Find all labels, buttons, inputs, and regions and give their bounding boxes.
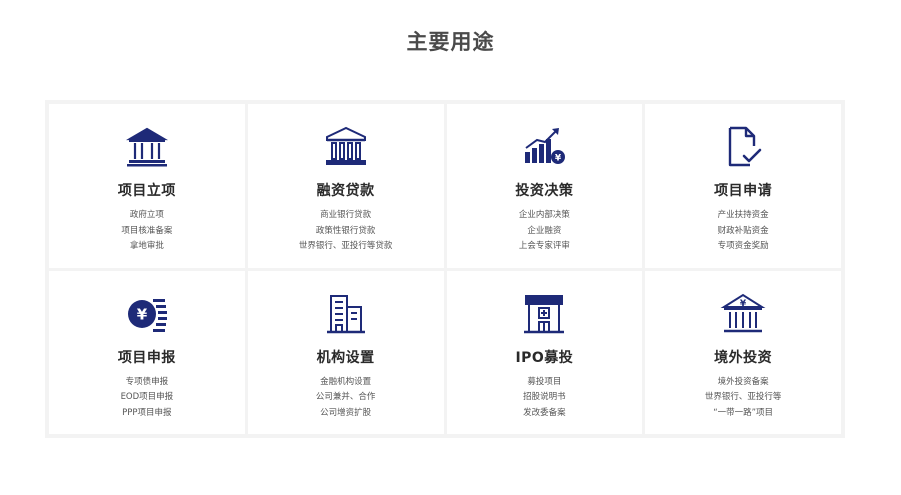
card-item: 世界银行、亚投行等贷款 bbox=[298, 241, 393, 251]
svg-text:¥: ¥ bbox=[137, 305, 148, 323]
card-item: 财政补贴资金 bbox=[717, 225, 769, 236]
card-item: 企业融资 bbox=[527, 225, 562, 236]
card-overseas-investment[interactable]: ¥ 境外投资 境外投资备案 世界银行、亚投行等 “一带一路”项目 bbox=[645, 270, 841, 434]
card-institution-setup[interactable]: 机构设置 金融机构设置 公司兼并、合作 公司增资扩股 bbox=[247, 270, 444, 434]
classical-bank-icon bbox=[323, 124, 369, 170]
card-financing-loans[interactable]: 融资贷款 商业银行贷款 政策性银行贷款 世界银行、亚投行等贷款 bbox=[247, 104, 444, 268]
card-title: IPO募投 bbox=[515, 349, 574, 366]
svg-text:¥: ¥ bbox=[740, 299, 747, 309]
card-item: 政府立项 bbox=[129, 210, 164, 220]
bank-icon bbox=[124, 124, 170, 170]
card-project-approval[interactable]: 项目立项 政府立项 项目核准备案 拿地审批 bbox=[49, 104, 245, 268]
uses-grid: 项目立项 政府立项 项目核准备案 拿地审批 融资贷款 商业银行贷款 政策性银行贷… bbox=[45, 100, 845, 438]
card-title: 融资贷款 bbox=[316, 183, 375, 199]
card-item: 项目核准备案 bbox=[121, 225, 173, 236]
card-item: 发改委备案 bbox=[523, 407, 566, 418]
svg-text:¥: ¥ bbox=[555, 154, 562, 164]
card-project-application[interactable]: 项目申请 产业扶持资金 财政补贴资金 专项资金奖励 bbox=[645, 104, 841, 268]
section-title: 主要用途 bbox=[406, 30, 495, 54]
document-check-icon bbox=[720, 124, 766, 170]
buildings-icon bbox=[323, 291, 369, 337]
card-item: 企业内部决策 bbox=[518, 210, 570, 220]
card-item: 产业扶持资金 bbox=[717, 210, 769, 220]
card-title: 项目申请 bbox=[714, 183, 773, 199]
card-item: 政策性银行贷款 bbox=[315, 225, 376, 236]
card-title: 项目申报 bbox=[117, 349, 176, 366]
card-item: 专项债申报 bbox=[125, 376, 169, 387]
yen-bank-icon: ¥ bbox=[720, 291, 766, 337]
card-item: 境外投资备案 bbox=[717, 376, 769, 387]
card-item: 金融机构设置 bbox=[320, 376, 372, 387]
card-item: 公司兼并、合作 bbox=[315, 392, 376, 402]
card-ipo-fundraising[interactable]: IPO募投 募投项目 招股说明书 发改委备案 bbox=[446, 270, 643, 434]
card-item: EOD项目申报 bbox=[120, 392, 174, 402]
card-item: 公司增资扩股 bbox=[320, 407, 372, 418]
card-item: PPP项目申报 bbox=[122, 407, 172, 418]
card-item: 专项资金奖励 bbox=[717, 241, 769, 251]
card-item: 世界银行、亚投行等 bbox=[704, 392, 782, 402]
card-title: 投资决策 bbox=[515, 183, 574, 199]
card-item: 招股说明书 bbox=[523, 392, 566, 402]
card-title: 机构设置 bbox=[316, 349, 375, 366]
yen-coin-icon: ¥ bbox=[124, 291, 170, 337]
card-item: 拿地审批 bbox=[129, 241, 164, 251]
card-project-declaration[interactable]: ¥ 项目申报 专项债申报 EOD项目申报 PPP项目申报 bbox=[49, 270, 245, 434]
growth-chart-icon: ¥ bbox=[521, 124, 567, 170]
card-investment-decision[interactable]: ¥ 投资决策 企业内部决策 企业融资 上会专家评审 bbox=[446, 104, 643, 268]
card-title: 境外投资 bbox=[714, 349, 773, 366]
card-item: 上会专家评审 bbox=[518, 241, 570, 251]
hospital-icon bbox=[521, 291, 567, 337]
card-item: “一带一路”项目 bbox=[713, 407, 774, 418]
card-title: 项目立项 bbox=[117, 183, 176, 199]
card-item: 商业银行贷款 bbox=[320, 210, 372, 220]
card-item: 募投项目 bbox=[527, 376, 562, 387]
